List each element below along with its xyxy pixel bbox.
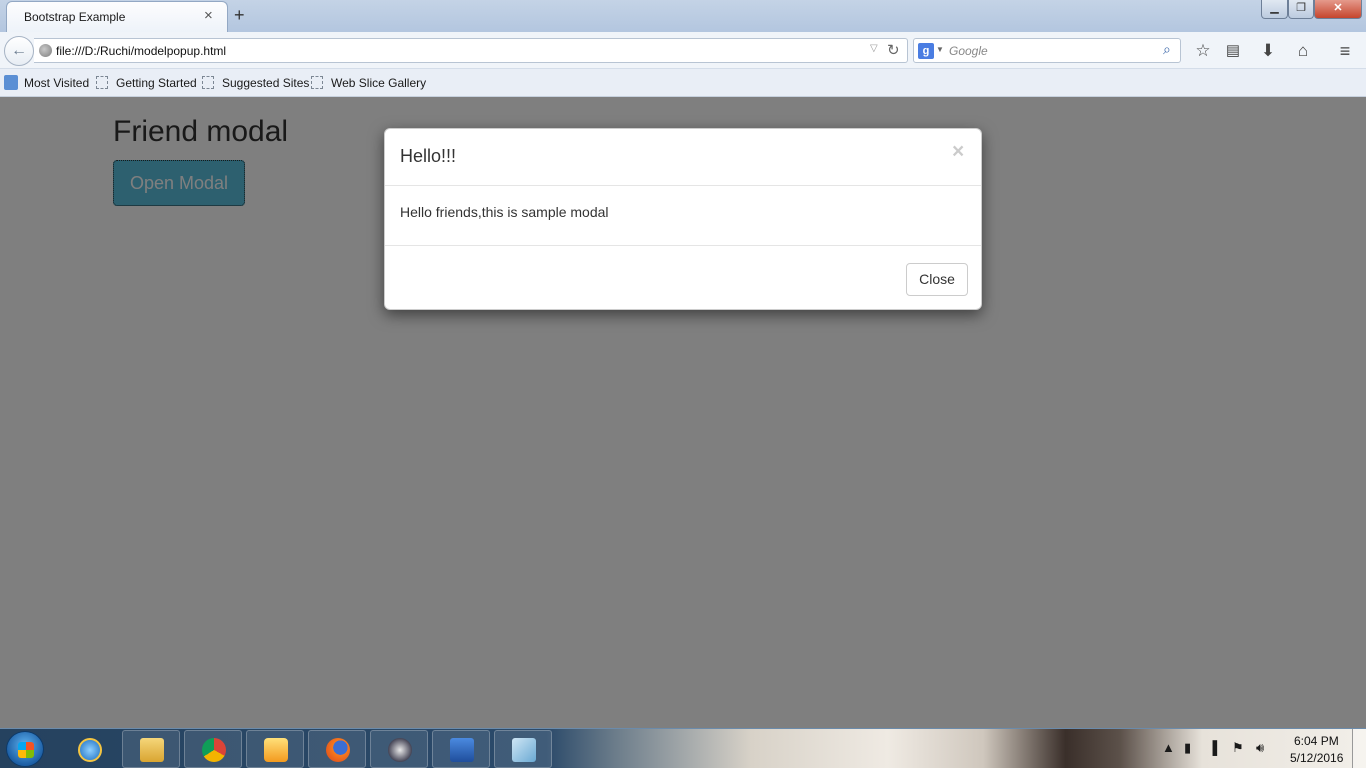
bookmark-page-icon [96,76,108,89]
taskbar: ▲ ▮ ▐ ⚑ 🔊︎ 6:04 PM 5/12/2016 [0,728,1366,768]
windows-logo-icon [18,742,34,758]
search-input[interactable]: Google [949,44,988,58]
history-dropdown-icon[interactable]: ▽ [870,43,878,54]
globe-icon [39,44,52,57]
hamburger-menu-icon[interactable]: ≡ [1333,39,1357,63]
modal-header: Hello!!! × [385,129,981,186]
internet-explorer-icon[interactable] [60,730,118,768]
clipboard-icon[interactable]: ▤ [1221,39,1245,63]
google-icon[interactable]: g [918,43,934,59]
volume-icon[interactable]: 🔊︎ [1256,740,1264,756]
page-content: Friend modal Open Modal Hello!!! × Hello… [0,97,1366,728]
bookmark-web-slice-gallery[interactable]: Web Slice Gallery [331,76,426,90]
minimize-button[interactable]: ▁ [1261,0,1288,19]
clock-date[interactable]: 5/12/2016 [1290,751,1343,765]
system-tray: ▲ ▮ ▐ ⚑ 🔊︎ [1158,732,1284,766]
eraser-icon[interactable] [494,730,552,768]
url-text[interactable]: file:///D:/Ruchi/modelpopup.html [56,44,226,58]
maximize-button[interactable]: ❐ [1288,0,1314,19]
firefox-icon[interactable] [308,730,366,768]
clock-time[interactable]: 6:04 PM [1294,734,1339,748]
bookmark-getting-started[interactable]: Getting Started [116,76,197,90]
bookmark-page-icon [311,76,323,89]
search-bar[interactable]: g ▼ Google ⌕ [913,38,1181,63]
home-icon[interactable]: ⌂ [1291,39,1315,63]
chrome-icon[interactable] [184,730,242,768]
close-window-button[interactable]: ✕ [1314,0,1362,19]
show-hidden-icons-icon[interactable]: ▲ [1162,740,1175,755]
search-engine-dropdown-icon[interactable]: ▼ [936,45,944,54]
navigation-toolbar: ← file:///D:/Ruchi/modelpopup.html ▽ ↻ g… [0,32,1366,69]
modal-body: Hello friends,this is sample modal [385,186,981,246]
search-icon[interactable]: ⌕ [1163,41,1171,58]
network-signal-icon[interactable]: ▐ [1208,740,1217,755]
start-button[interactable] [6,731,44,767]
back-arrow-icon[interactable]: ← [4,36,34,66]
close-icon[interactable]: × [952,141,964,162]
show-desktop-button[interactable] [1352,729,1366,768]
media-player-icon[interactable] [246,730,304,768]
download-icon[interactable]: ⬇ [1256,39,1280,63]
star-icon[interactable]: ☆ [1191,39,1215,63]
tab-bootstrap-example[interactable]: Bootstrap Example × [6,1,228,32]
modal-body-text: Hello friends,this is sample modal [400,204,609,220]
window-titlebar: Bootstrap Example × + ▁ ❐ ✕ [0,0,1366,32]
close-button[interactable]: Close [906,263,968,296]
tab-title: Bootstrap Example [24,10,126,24]
power-icon[interactable]: ▮ [1184,740,1191,756]
tab-close-icon[interactable]: × [204,8,213,24]
bookmark-most-visited[interactable]: Most Visited [24,76,89,90]
modal-dialog: Hello!!! × Hello friends,this is sample … [384,128,982,310]
modal-title: Hello!!! [400,146,457,166]
action-center-flag-icon[interactable]: ⚑ [1232,740,1244,756]
new-tab-button[interactable]: + [234,5,245,25]
bookmarks-toolbar: Most Visited Getting Started Suggested S… [0,69,1366,97]
bookmark-suggested-sites[interactable]: Suggested Sites [222,76,309,90]
media-center-icon[interactable] [370,730,428,768]
bookmark-page-icon [202,76,214,89]
most-visited-icon [4,75,18,90]
reload-icon[interactable]: ↻ [887,41,900,59]
word-icon[interactable] [432,730,490,768]
file-explorer-icon[interactable] [122,730,180,768]
url-bar[interactable]: file:///D:/Ruchi/modelpopup.html ▽ ↻ [34,38,908,63]
